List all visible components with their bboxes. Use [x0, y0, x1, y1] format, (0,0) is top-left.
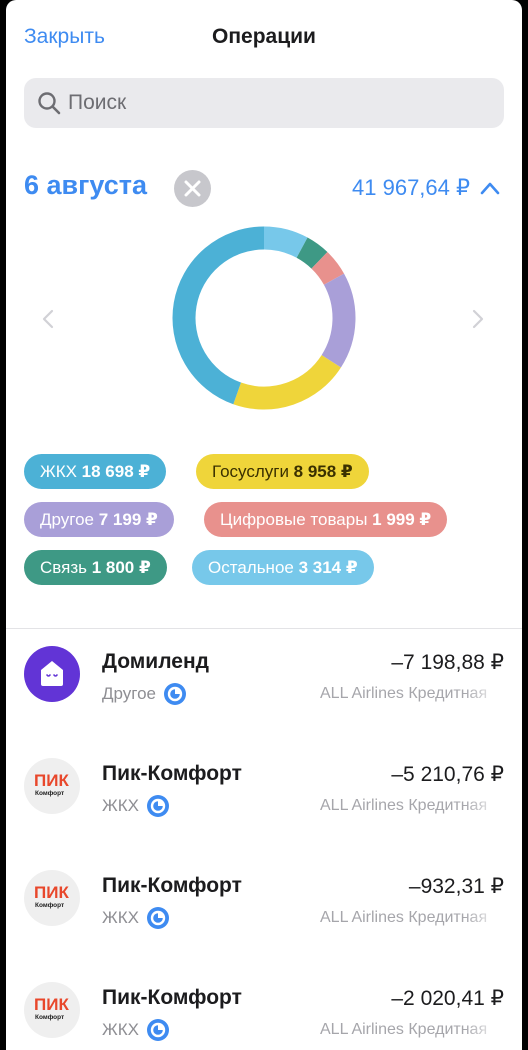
category-chip[interactable]: ЖКХ 18 698 ₽ [24, 454, 167, 489]
search-bar[interactable] [24, 78, 504, 128]
chip-label: Связь [40, 558, 92, 577]
operation-name: Пик-Комфорт [102, 986, 242, 1009]
donut-chart[interactable] [172, 226, 356, 410]
operation-amount: –2 020,41 ₽ [391, 987, 504, 1010]
operation-amount: –932,31 ₽ [408, 875, 504, 898]
operation-name: Пик-Комфорт [102, 762, 242, 785]
operation-name: Пик-Комфорт [102, 874, 242, 897]
donut-segment-3[interactable] [311, 252, 345, 286]
pik-logo-sub: Комфорт [35, 790, 65, 797]
operation-row[interactable]: Домиленд Другое –7 198,88 ₽ ALL Airlines Кр… [6, 630, 522, 742]
chip-label: Остальное [208, 558, 299, 577]
search-icon [38, 92, 61, 115]
pik-logo-word: ПИК [34, 995, 69, 1014]
operation-category: ЖКХ [102, 1020, 139, 1039]
operation-account: ALL Airlines Кредитная [320, 909, 504, 927]
chip-value: 8 958 ₽ [293, 462, 353, 481]
pie-chart-icon[interactable] [146, 907, 169, 929]
operation-category: Другое [102, 684, 157, 703]
operation-amount: –5 210,76 ₽ [391, 763, 504, 786]
chip-label: Другое [40, 510, 99, 529]
donut-segment-2[interactable] [321, 273, 356, 368]
chip-value: 7 199 ₽ [98, 510, 158, 529]
pik-logo-sub: Комфорт [35, 1014, 65, 1021]
chip-label: ЖКХ [40, 462, 82, 481]
total-amount[interactable]: 41 967,64 ₽ [352, 175, 470, 201]
operations-screen: Закрыть Операции 6 августа 41 967,64 ₽ Ж… [6, 0, 522, 1050]
operation-row[interactable]: ПИК Комфорт Пик-Комфорт ЖКХ –932,31 ₽ ALL Air… [6, 854, 522, 966]
operation-account: ALL Airlines Кредитная [320, 685, 504, 703]
header: Закрыть Операции [6, 0, 522, 76]
chip-value: 1 800 ₽ [91, 558, 151, 577]
pie-chart-icon[interactable] [146, 1019, 169, 1041]
category-chip[interactable]: Остальное 3 314 ₽ [192, 550, 374, 585]
donut-segment-5[interactable] [263, 226, 308, 258]
operation-account: ALL Airlines Кредитная [320, 797, 504, 815]
date-filter-label[interactable]: 6 августа [24, 170, 147, 201]
chevron-right-icon[interactable] [470, 308, 486, 330]
chevron-left-icon[interactable] [40, 308, 56, 330]
pik-logo-sub: Комфорт [35, 902, 65, 909]
pik-logo: ПИК Комфорт [24, 758, 80, 814]
chip-value: 1 999 ₽ [372, 510, 432, 529]
operation-category: ЖКХ [102, 908, 139, 927]
chip-label: Цифровые товары [220, 510, 373, 529]
divider [6, 628, 522, 629]
operation-amount: –7 198,88 ₽ [391, 651, 504, 674]
chip-value: 18 698 ₽ [81, 462, 151, 481]
operation-row[interactable]: ПИК Комфорт Пик-Комфорт ЖКХ –5 210,76 ₽ ALL A… [6, 742, 522, 854]
clear-date-button[interactable] [174, 170, 211, 207]
operation-category: ЖКХ [102, 796, 139, 815]
page-title: Операции [212, 25, 316, 48]
search-input[interactable] [68, 78, 488, 128]
donut-segment-0[interactable] [172, 226, 265, 405]
category-chip[interactable]: Госуслуги 8 958 ₽ [196, 454, 369, 489]
pik-logo: ПИК Комфорт [24, 870, 80, 926]
operation-account: ALL Airlines Кредитная [320, 1021, 504, 1039]
chip-value: 3 314 ₽ [298, 558, 358, 577]
spending-chart [6, 222, 522, 414]
category-chip[interactable]: Связь 1 800 ₽ [24, 550, 167, 585]
donut-segment-4[interactable] [296, 237, 328, 269]
chevron-up-icon[interactable] [480, 180, 500, 196]
pik-logo-word: ПИК [34, 883, 69, 902]
pie-chart-icon[interactable] [146, 795, 169, 817]
pik-logo: ПИК Комфорт [24, 982, 80, 1038]
close-icon [184, 180, 201, 197]
operation-row[interactable]: ПИК Комфорт Пик-Комфорт ЖКХ –2 020,41 ₽ ALL A… [6, 966, 522, 1050]
category-chip[interactable]: Цифровые товары 1 999 ₽ [204, 502, 448, 537]
domilend-logo [24, 646, 80, 702]
pie-chart-icon[interactable] [164, 683, 187, 705]
donut-segment-1[interactable] [233, 354, 341, 410]
chip-label: Госуслуги [212, 462, 294, 481]
operation-name: Домиленд [102, 650, 209, 673]
category-chip[interactable]: Другое 7 199 ₽ [24, 502, 174, 537]
pik-logo-word: ПИК [34, 771, 69, 790]
